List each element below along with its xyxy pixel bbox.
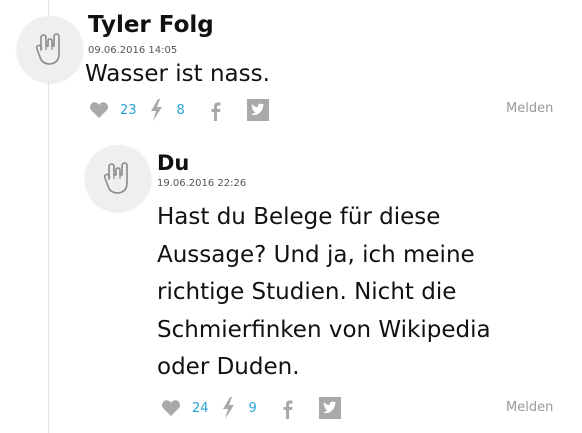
comment-text: Hast du Belege für diese Aussage? Und ja… bbox=[157, 199, 491, 387]
report-link[interactable]: Melden bbox=[506, 400, 553, 415]
comment-date: 19.06.2016 22:26 bbox=[157, 178, 247, 189]
author-name[interactable]: Tyler Folg bbox=[88, 12, 214, 38]
comment-actions: 23 8 bbox=[88, 99, 269, 121]
heart-icon[interactable] bbox=[88, 101, 110, 119]
rock-hand-icon bbox=[103, 162, 128, 194]
comment-date: 09.06.2016 14:05 bbox=[88, 45, 178, 56]
lightning-icon[interactable] bbox=[149, 99, 163, 121]
twitter-icon[interactable] bbox=[318, 397, 341, 419]
twitter-icon[interactable] bbox=[246, 99, 269, 121]
boost-count: 9 bbox=[248, 400, 257, 416]
like-count: 24 bbox=[192, 400, 209, 416]
rock-hand-icon bbox=[35, 33, 60, 65]
report-link[interactable]: Melden bbox=[506, 101, 553, 116]
lightning-icon[interactable] bbox=[221, 397, 235, 419]
like-count: 23 bbox=[120, 102, 137, 118]
facebook-icon[interactable] bbox=[276, 397, 299, 419]
facebook-icon[interactable] bbox=[204, 99, 227, 121]
avatar[interactable] bbox=[17, 16, 83, 82]
boost-count: 8 bbox=[176, 102, 185, 118]
comment-text-line: Hast du Belege für diese bbox=[157, 204, 441, 230]
comment-text-line: Schmierfinken von Wikipedia bbox=[157, 316, 491, 343]
comment-text: Wasser ist nass. bbox=[85, 61, 270, 87]
avatar[interactable] bbox=[85, 145, 151, 211]
heart-icon[interactable] bbox=[160, 399, 182, 417]
comment-actions: 24 9 bbox=[160, 397, 341, 419]
comment-text-line: Aussage? Und ja, ich meine bbox=[157, 241, 475, 268]
comment-text-line: richtige Studien. Nicht die bbox=[157, 279, 457, 305]
comment-text-line: oder Duden. bbox=[157, 354, 300, 380]
author-name[interactable]: Du bbox=[157, 151, 189, 175]
